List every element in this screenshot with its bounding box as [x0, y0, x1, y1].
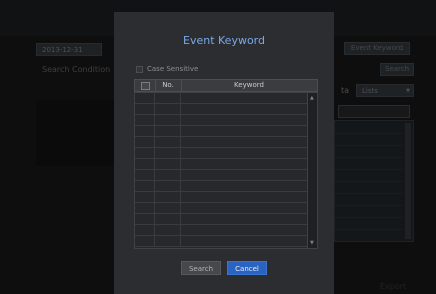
row-keyword-cell[interactable]: [181, 93, 307, 103]
row-number-cell: [155, 137, 181, 147]
table-row[interactable]: [135, 104, 307, 115]
column-header-no: No.: [155, 80, 182, 91]
event-keyword-dialog: Event Keyword Case Sensitive No. Keyword…: [114, 12, 334, 294]
table-row[interactable]: [135, 170, 307, 181]
row-checkbox-cell[interactable]: [135, 126, 155, 136]
row-number-cell: [155, 148, 181, 158]
row-keyword-cell[interactable]: [181, 148, 307, 158]
column-header-keyword: Keyword: [234, 81, 264, 89]
case-sensitive-option[interactable]: Case Sensitive: [136, 65, 198, 73]
table-header: No. Keyword: [134, 79, 318, 92]
scroll-down-icon[interactable]: ▼: [310, 240, 314, 246]
table-row[interactable]: [135, 115, 307, 126]
case-sensitive-checkbox[interactable]: [136, 65, 143, 73]
row-number-cell: [155, 225, 181, 235]
row-number-cell: [155, 104, 181, 114]
table-row[interactable]: [135, 126, 307, 137]
row-number-cell: [155, 170, 181, 180]
select-all-cell: [135, 80, 156, 91]
table-row[interactable]: [135, 93, 307, 104]
row-keyword-cell[interactable]: [181, 225, 307, 235]
row-keyword-cell[interactable]: [181, 236, 307, 246]
select-all-checkbox[interactable]: [141, 82, 150, 90]
row-number-cell: [155, 115, 181, 125]
table-body: ▲ ▼: [134, 92, 318, 249]
table-row[interactable]: [135, 192, 307, 203]
row-checkbox-cell[interactable]: [135, 115, 155, 125]
case-sensitive-label: Case Sensitive: [147, 65, 199, 73]
table-scrollbar[interactable]: ▲ ▼: [307, 93, 317, 248]
row-checkbox-cell[interactable]: [135, 104, 155, 114]
dialog-title: Event Keyword: [183, 34, 265, 47]
table-row[interactable]: [135, 236, 307, 247]
row-number-cell: [155, 203, 181, 213]
row-number-cell: [155, 214, 181, 224]
row-checkbox-cell[interactable]: [135, 137, 155, 147]
table-row[interactable]: [135, 148, 307, 159]
row-checkbox-cell[interactable]: [135, 148, 155, 158]
table-row[interactable]: [135, 137, 307, 148]
table-row[interactable]: [135, 159, 307, 170]
row-checkbox-cell[interactable]: [135, 159, 155, 169]
row-keyword-cell[interactable]: [181, 203, 307, 213]
row-keyword-cell[interactable]: [181, 192, 307, 202]
row-checkbox-cell[interactable]: [135, 181, 155, 191]
row-number-cell: [155, 159, 181, 169]
row-keyword-cell[interactable]: [181, 115, 307, 125]
table-row[interactable]: [135, 225, 307, 236]
row-checkbox-cell[interactable]: [135, 93, 155, 103]
row-keyword-cell[interactable]: [181, 126, 307, 136]
cancel-button[interactable]: Cancel: [227, 261, 267, 275]
table-row[interactable]: [135, 181, 307, 192]
search-button[interactable]: Search: [181, 261, 221, 275]
row-checkbox-cell[interactable]: [135, 170, 155, 180]
table-row[interactable]: [135, 203, 307, 214]
row-checkbox-cell[interactable]: [135, 236, 155, 246]
row-number-cell: [155, 93, 181, 103]
row-keyword-cell[interactable]: [181, 181, 307, 191]
row-checkbox-cell[interactable]: [135, 203, 155, 213]
screen: 2013-12-31 Search Condition Event Keywor…: [0, 0, 436, 294]
row-checkbox-cell[interactable]: [135, 225, 155, 235]
row-checkbox-cell[interactable]: [135, 192, 155, 202]
row-number-cell: [155, 236, 181, 246]
row-keyword-cell[interactable]: [181, 137, 307, 147]
table-row[interactable]: [135, 214, 307, 225]
row-checkbox-cell[interactable]: [135, 214, 155, 224]
row-number-cell: [155, 126, 181, 136]
row-keyword-cell[interactable]: [181, 214, 307, 224]
row-keyword-cell[interactable]: [181, 104, 307, 114]
row-number-cell: [155, 192, 181, 202]
row-keyword-cell[interactable]: [181, 159, 307, 169]
scroll-up-icon[interactable]: ▲: [310, 95, 314, 101]
row-number-cell: [155, 181, 181, 191]
row-keyword-cell[interactable]: [181, 170, 307, 180]
dialog-footer: Search Cancel: [114, 261, 334, 275]
